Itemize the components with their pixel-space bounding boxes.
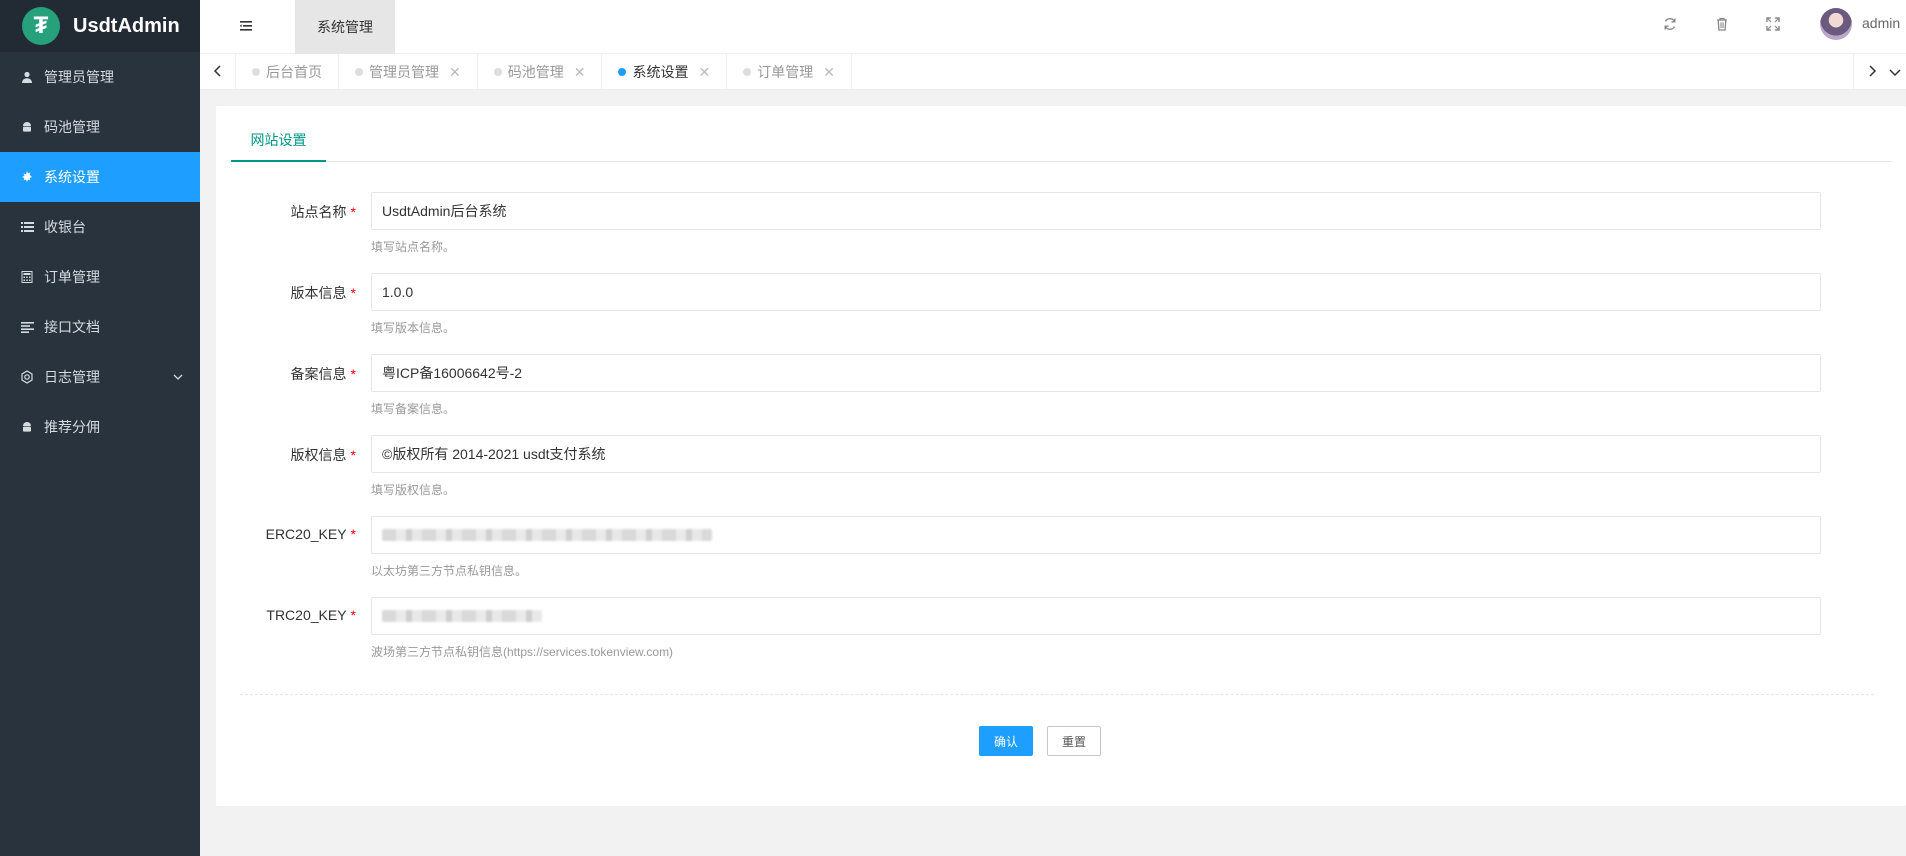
page-tabs: 后台首页 管理员管理 ✕ 码池管理 ✕ 系统设置 ✕ 订单管理 ✕ [200, 54, 1906, 90]
required-mark: * [350, 285, 356, 301]
tab-admin[interactable]: 管理员管理 ✕ [339, 54, 478, 90]
avatar[interactable] [1820, 8, 1852, 40]
trash-icon[interactable] [1713, 15, 1731, 33]
required-mark: * [350, 607, 356, 623]
required-mark: * [350, 366, 356, 382]
android-icon [20, 420, 34, 434]
field-help: 填写备案信息。 [371, 402, 456, 416]
redacted-value [382, 529, 712, 541]
close-icon[interactable]: ✕ [449, 64, 461, 81]
sidebar-item-api-docs[interactable]: 接口文档 [0, 302, 200, 352]
close-icon[interactable]: ✕ [574, 64, 586, 81]
sidebar-item-orders[interactable]: 订单管理 [0, 252, 200, 302]
sidebar-item-label: 管理员管理 [44, 69, 114, 85]
tabs-menu-button[interactable] [1883, 54, 1906, 90]
field-help: 填写站点名称。 [371, 240, 456, 254]
form-actions: 确认 重置 [979, 726, 1102, 756]
header-nav-system[interactable]: 系统管理 [295, 0, 395, 54]
sidebar-item-admin[interactable]: 管理员管理 [0, 52, 200, 102]
list-icon [20, 220, 34, 234]
tab-dot-icon [493, 68, 502, 76]
sidebar-menu: 管理员管理 码池管理 系统设置 收银台 订单管理 接口文档 日志管理 推荐分佣 [0, 52, 200, 452]
icp-input[interactable]: 粤ICP备16006642号-2 [371, 354, 1821, 392]
confirm-button[interactable]: 确认 [979, 726, 1034, 756]
chevron-right-icon [1867, 64, 1877, 81]
version-input[interactable]: 1.0.0 [371, 273, 1821, 311]
required-mark: * [350, 204, 356, 220]
gear-icon [20, 170, 34, 184]
copyright-input[interactable]: ©版权所有 2014-2021 usdt支付系统 [371, 435, 1821, 473]
required-mark: * [350, 526, 356, 542]
tab-label: 后台首页 [266, 64, 322, 80]
sidebar-item-label: 推荐分佣 [44, 419, 100, 435]
sidebar-item-label: 系统设置 [44, 169, 100, 185]
sidebar-item-settings[interactable]: 系统设置 [0, 152, 200, 202]
tab-settings[interactable]: 系统设置 ✕ [602, 54, 728, 90]
tab-label: 系统设置 [632, 64, 689, 80]
sidebar-item-logs[interactable]: 日志管理 [0, 352, 200, 402]
field-label: 版权信息 * [290, 447, 356, 463]
menu-toggle-icon[interactable] [234, 14, 258, 38]
sidebar: ₮ UsdtAdmin 管理员管理 码池管理 系统设置 收银台 订单管理 接口文… [0, 0, 200, 856]
field-label: 备案信息 * [290, 366, 356, 382]
field-help: 波场第三方节点私钥信息(https://services.tokenview.c… [371, 645, 674, 659]
close-icon[interactable]: ✕ [823, 64, 835, 81]
tab-dot-icon [252, 68, 260, 76]
sidebar-item-cashier[interactable]: 收银台 [0, 202, 200, 252]
sidebar-item-label: 日志管理 [44, 369, 100, 385]
trc20-key-input[interactable] [371, 597, 1821, 635]
required-mark: * [350, 447, 356, 463]
sidebar-item-label: 收银台 [44, 219, 86, 235]
tab-site-settings[interactable]: 网站设置 [231, 120, 326, 162]
chevron-left-icon [213, 64, 223, 81]
user-icon [20, 70, 34, 84]
tab-label: 管理员管理 [369, 64, 439, 80]
tab-codepool[interactable]: 码池管理 ✕ [478, 54, 603, 90]
sidebar-item-referral[interactable]: 推荐分佣 [0, 402, 200, 452]
align-left-icon [20, 320, 34, 334]
chevron-down-icon [1888, 64, 1902, 80]
redacted-value [382, 610, 542, 622]
tab-list: 后台首页 管理员管理 ✕ 码池管理 ✕ 系统设置 ✕ 订单管理 ✕ [236, 54, 852, 90]
logo[interactable]: ₮ UsdtAdmin [0, 0, 200, 52]
tab-dot-icon [743, 68, 752, 76]
chevron-down-icon [172, 370, 184, 386]
close-icon[interactable]: ✕ [698, 64, 710, 81]
top-header: 系统管理 admin [200, 0, 1906, 54]
tabs-scroll-left-button[interactable] [200, 54, 236, 90]
field-help: 以太坊第三方节点私钥信息。 [371, 564, 528, 578]
site-name-input[interactable]: UsdtAdmin后台系统 [371, 192, 1821, 230]
app-title: UsdtAdmin [73, 14, 180, 37]
fullscreen-icon[interactable] [1764, 15, 1782, 33]
sidebar-item-label: 接口文档 [44, 319, 100, 335]
sidebar-item-codepool[interactable]: 码池管理 [0, 102, 200, 152]
tab-label: 订单管理 [757, 64, 814, 80]
field-label: TRC20_KEY * [266, 607, 356, 623]
card-tab-bar: 网站设置 [231, 120, 1891, 162]
sidebar-item-label: 订单管理 [44, 269, 100, 285]
field-label: 站点名称 * [290, 204, 356, 220]
cog-outline-icon [20, 370, 34, 384]
username[interactable]: admin [1862, 15, 1900, 31]
tab-home[interactable]: 后台首页 [236, 54, 339, 90]
reset-button[interactable]: 重置 [1047, 726, 1102, 756]
erc20-key-input[interactable] [371, 516, 1821, 554]
tether-logo-icon: ₮ [22, 7, 60, 45]
field-help: 填写版权信息。 [371, 483, 456, 497]
field-label: 版本信息 * [290, 285, 356, 301]
field-label: ERC20_KEY * [265, 526, 356, 542]
settings-card: 网站设置 站点名称 * UsdtAdmin后台系统 填写站点名称。 版本信息 * 1… [216, 106, 1906, 806]
tab-dot-icon [618, 68, 627, 76]
tab-orders[interactable]: 订单管理 ✕ [727, 54, 852, 90]
form-divider [240, 694, 1874, 695]
calculator-icon [20, 270, 34, 284]
sidebar-item-label: 码池管理 [44, 119, 100, 135]
tab-dot-icon [355, 68, 363, 76]
tab-label: 码池管理 [507, 64, 564, 80]
field-help: 填写版本信息。 [371, 321, 456, 335]
refresh-icon[interactable] [1661, 15, 1679, 33]
android-icon [20, 120, 34, 134]
